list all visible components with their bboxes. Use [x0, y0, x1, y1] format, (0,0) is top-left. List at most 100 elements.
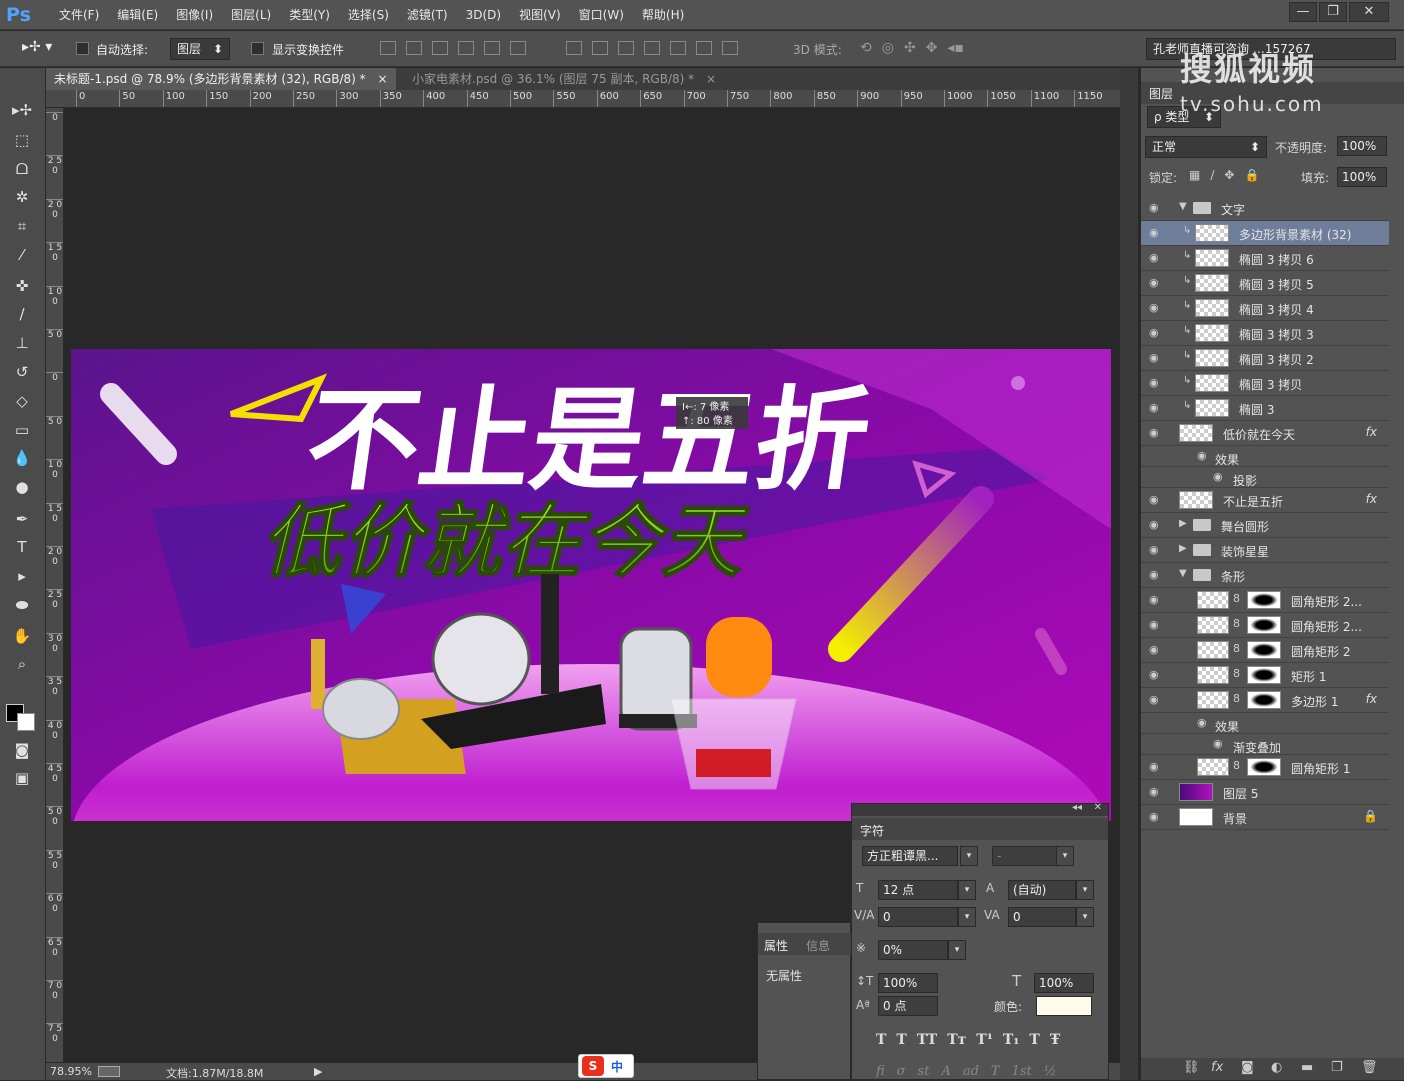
layer-effect-row[interactable]: ◉ 效果 [1141, 446, 1389, 467]
layer-effect-row[interactable]: ◉ 投影 [1141, 467, 1389, 488]
visibility-eye-icon[interactable]: ◉ [1149, 227, 1165, 239]
text-style-button[interactable]: T¹ [976, 1032, 993, 1048]
history-brush-tool-icon[interactable]: ↺ [7, 360, 37, 384]
distribute-hcenter-icon[interactable] [670, 41, 686, 55]
align-vcenter-icon[interactable] [406, 41, 422, 55]
font-family-dropdown[interactable]: ▾ [960, 846, 978, 866]
auto-select-checkbox[interactable] [76, 42, 89, 58]
opentype-button[interactable]: 1st [1012, 1064, 1032, 1079]
layer-row[interactable]: ◉ ↳ 多边形背景素材 (32) [1141, 221, 1389, 246]
pen-tool-icon[interactable]: ✒ [7, 507, 37, 531]
menu-item-7[interactable]: 3D(D) [457, 0, 510, 30]
text-style-button[interactable]: Tт [947, 1032, 966, 1048]
text-style-button[interactable]: T [896, 1032, 906, 1048]
3d-roll-icon[interactable]: ◎ [882, 40, 894, 56]
leading-dropdown[interactable]: ▾ [1076, 880, 1094, 900]
align-right-icon[interactable] [510, 41, 526, 55]
delete-layer-icon[interactable]: 🗑 [1361, 1060, 1378, 1075]
menu-item-0[interactable]: 文件(F) [50, 0, 108, 30]
screen-mode-icon[interactable]: ▣ [7, 766, 37, 790]
layer-row[interactable]: ◉ ↳ 椭圆 3 拷贝 [1141, 371, 1389, 396]
visibility-eye-icon[interactable]: ◉ [1149, 694, 1165, 706]
tab-info[interactable]: 信息 [806, 937, 830, 954]
visibility-eye-icon[interactable]: ◉ [1149, 202, 1165, 214]
status-menu-arrow-icon[interactable]: ▶ [314, 1065, 322, 1078]
show-transform-checkbox[interactable] [251, 42, 264, 58]
align-bottom-icon[interactable] [432, 41, 448, 55]
baseline-shift-input[interactable]: 0 点 [878, 996, 938, 1016]
menu-item-1[interactable]: 编辑(E) [108, 0, 167, 30]
font-family-field[interactable]: 方正粗谭黑... [862, 846, 958, 866]
menu-item-3[interactable]: 图层(L) [222, 0, 280, 30]
visibility-eye-icon[interactable]: ◉ [1149, 811, 1165, 823]
layer-mask-thumbnail[interactable] [1247, 641, 1281, 659]
healing-brush-tool-icon[interactable]: ✜ [7, 274, 37, 298]
layer-row[interactable]: ◉ ↳ 椭圆 3 拷贝 5 [1141, 271, 1389, 296]
layer-row[interactable]: ◉ ↳ 椭圆 3 [1141, 396, 1389, 421]
layer-row[interactable]: ◉ ▶ 装饰星星 [1141, 538, 1389, 563]
expand-down-icon[interactable]: ▼ [1179, 201, 1187, 212]
layer-row[interactable]: ◉ ↳ 椭圆 3 拷贝 2 [1141, 346, 1389, 371]
opentype-button[interactable]: ½ [1044, 1064, 1057, 1079]
visibility-eye-icon[interactable]: ◉ [1149, 519, 1165, 531]
dodge-tool-icon[interactable]: ● [7, 475, 37, 499]
font-style-field[interactable]: - [992, 846, 1058, 866]
visibility-eye-icon[interactable]: ◉ [1149, 594, 1165, 606]
layer-row[interactable]: ◉ ↳ 椭圆 3 拷贝 4 [1141, 296, 1389, 321]
text-style-button[interactable]: T [876, 1032, 886, 1048]
align-left-icon[interactable] [458, 41, 474, 55]
distribute-bottom-icon[interactable] [618, 41, 634, 55]
move-tool-icon[interactable]: ▸✢ [7, 98, 37, 122]
layer-row[interactable]: ◉ ▼ 文字 [1141, 196, 1389, 221]
visibility-eye-icon[interactable]: ◉ [1149, 669, 1165, 681]
close-button[interactable]: ✕ [1349, 2, 1389, 22]
opacity-input[interactable]: 100% [1337, 136, 1387, 156]
layer-row[interactable]: ◉ ▶ 舞台圆形 [1141, 513, 1389, 538]
visibility-eye-icon[interactable]: ◉ [1149, 494, 1165, 506]
leading-input[interactable]: (自动) [1008, 880, 1076, 900]
document-canvas[interactable]: 不止是五折 低价就在今天 I←: 7 像素 ↑: 80 像素 [71, 349, 1111, 821]
blur-tool-icon[interactable]: 💧 [7, 446, 37, 470]
text-style-button[interactable]: Ŧ [1050, 1032, 1060, 1048]
quick-mask-icon[interactable]: ◙ [7, 738, 37, 762]
font-style-dropdown[interactable]: ▾ [1056, 846, 1074, 866]
layer-row[interactable]: ◉ 不止是五折 fx [1141, 488, 1389, 513]
text-style-button[interactable]: T [1029, 1032, 1039, 1048]
layer-row[interactable]: ◉ 8 多边形 1 fx [1141, 688, 1389, 713]
text-style-button[interactable]: T₁ [1003, 1032, 1020, 1048]
tsume-input[interactable]: 0% [878, 940, 948, 960]
effects-eye-icon[interactable]: ◉ [1197, 716, 1207, 729]
effect-eye-icon[interactable]: ◉ [1213, 470, 1223, 483]
layer-row[interactable]: ◉ 8 圆角矩形 2... [1141, 613, 1389, 638]
ime-indicator[interactable]: S 中 [578, 1054, 634, 1078]
visibility-eye-icon[interactable]: ◉ [1149, 277, 1165, 289]
layer-fx-icon[interactable]: fx [1366, 692, 1377, 706]
headline-text[interactable]: 不止是五折 [299, 376, 877, 506]
shape-tool-icon[interactable]: ⬬ [7, 593, 37, 617]
opentype-button[interactable]: st [918, 1064, 930, 1079]
maximize-button[interactable]: ❐ [1319, 2, 1347, 22]
auto-select-dropdown[interactable]: 图层 ⬍ [170, 38, 230, 60]
brush-tool-icon[interactable]: ∕ [7, 302, 37, 326]
3d-rotate-icon[interactable]: ⟲ [860, 40, 872, 56]
3d-slide-icon[interactable]: ✥ [926, 40, 938, 56]
tab-properties[interactable]: 属性 [764, 937, 788, 954]
menu-item-10[interactable]: 帮助(H) [633, 0, 693, 30]
opentype-button[interactable]: A [941, 1064, 950, 1079]
distribute-top-icon[interactable] [566, 41, 582, 55]
expand-right-icon[interactable]: ▶ [1179, 543, 1187, 554]
effect-eye-icon[interactable]: ◉ [1213, 737, 1223, 750]
visibility-eye-icon[interactable]: ◉ [1149, 761, 1165, 773]
close-tab-icon[interactable]: × [706, 72, 716, 86]
type-tool-icon[interactable]: T [7, 535, 37, 559]
menu-item-4[interactable]: 类型(Y) [280, 0, 339, 30]
menu-item-2[interactable]: 图像(I) [167, 0, 222, 30]
layers-panel-title[interactable]: 图层 [1149, 85, 1173, 102]
kerning-input[interactable]: 0 [878, 907, 958, 927]
zoom-tool-icon[interactable]: ⌕ [7, 652, 37, 676]
visibility-eye-icon[interactable]: ◉ [1149, 427, 1165, 439]
align-hcenter-icon[interactable] [484, 41, 500, 55]
tracking-input[interactable]: 0 [1008, 907, 1076, 927]
lock-transparent-icon[interactable]: ▦ [1189, 168, 1200, 182]
layer-mask-thumbnail[interactable] [1247, 758, 1281, 776]
